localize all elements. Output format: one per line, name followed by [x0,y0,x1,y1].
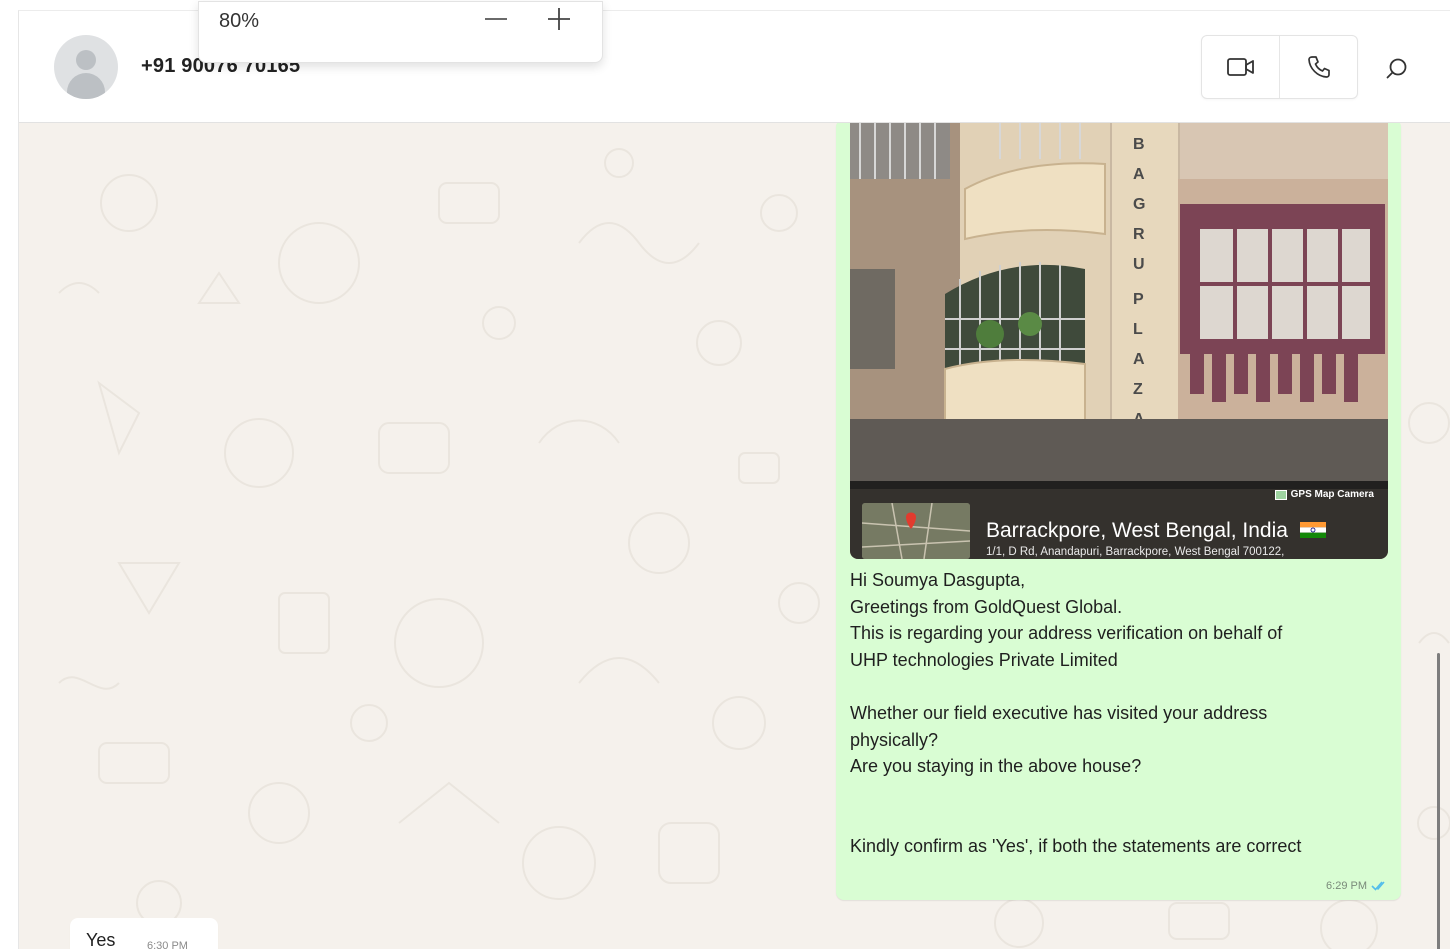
gps-city: Barrackpore, West Bengal, India [986,519,1326,543]
search-icon [1386,58,1407,79]
video-camera-icon [1226,58,1254,76]
svg-text:P: P [1133,291,1144,308]
search-button[interactable] [1379,51,1415,87]
incoming-message-text: Yes [86,930,116,949]
avatar-body-shape [67,73,105,99]
gps-camera-icon [1274,489,1287,500]
gps-city-text: Barrackpore, West Bengal, India [986,519,1288,542]
plus-icon [548,8,570,30]
call-button-group [1201,35,1358,99]
india-flag-icon [1299,522,1326,538]
avatar-head-shape [76,50,96,70]
zoom-in-button[interactable] [544,2,574,32]
shared-photo[interactable]: BAGR UPLA ZA-I [850,123,1388,559]
gps-camera-text: GPS Map Camera [1290,489,1374,500]
svg-text:L: L [1133,321,1143,338]
outgoing-message-text: Hi Soumya Dasgupta, Greetings from GoldQ… [850,570,1302,856]
svg-text:G: G [1133,196,1145,213]
svg-text:Z: Z [1133,381,1143,398]
read-receipt-icon [1371,881,1385,891]
gps-address: 1/1, D Rd, Anandapuri, Barrackpore, West… [986,546,1285,558]
svg-text:A: A [1133,351,1145,368]
chat-area[interactable]: BAGR UPLA ZA-I [19,123,1450,949]
voice-call-button[interactable] [1279,36,1357,98]
outgoing-message-bubble[interactable]: BAGR UPLA ZA-I [836,123,1401,900]
mini-map-illustration [862,503,970,559]
contact-avatar[interactable] [54,35,118,99]
zoom-out-button[interactable] [481,2,511,32]
chat-scrollbar[interactable] [1437,653,1440,949]
svg-text:B: B [1133,136,1145,153]
svg-text:A: A [1133,166,1145,183]
gps-overlay: GPS Map Camera Barrackpore, West Bengal,… [850,481,1388,559]
svg-text:R: R [1133,226,1145,243]
gps-mini-map [862,503,970,559]
video-call-button[interactable] [1202,36,1279,98]
svg-text:U: U [1133,256,1145,273]
minus-icon [485,18,507,20]
zoom-popup: 80% [198,1,603,63]
incoming-message-bubble[interactable]: Yes 6:30 PM [70,918,218,949]
outgoing-message-time: 6:29 PM [1326,880,1367,892]
gps-camera-label: GPS Map Camera [1274,489,1374,500]
whatsapp-window: +91 90076 70165 80% B A G R U P L A Z GP… [18,1,1450,949]
incoming-message-time: 6:30 PM [147,940,188,949]
zoom-level: 80% [219,10,260,32]
phone-icon [1307,56,1330,78]
